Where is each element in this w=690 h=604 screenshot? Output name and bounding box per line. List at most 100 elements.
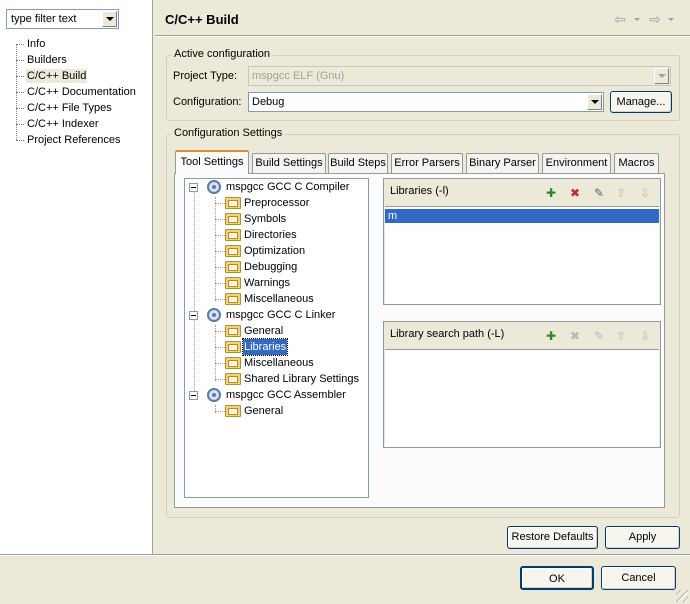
edit-icon[interactable]: ✎	[591, 328, 607, 344]
tab-macros[interactable]: Macros	[614, 153, 659, 173]
nav-item-cpp-build[interactable]: C/C++ Build	[26, 69, 88, 83]
tree-option-label[interactable]: Directories	[243, 227, 298, 243]
configuration-combo[interactable]: Debug	[248, 92, 604, 112]
resize-grip-icon[interactable]	[676, 590, 688, 602]
libraries-list[interactable]: m	[385, 206, 659, 304]
move-down-icon[interactable]: ⇩	[637, 328, 653, 344]
collapse-icon[interactable]	[189, 391, 198, 400]
option-category-icon	[225, 229, 241, 241]
tree-option-label[interactable]: Shared Library Settings	[243, 371, 360, 387]
tree-option-label[interactable]: General	[243, 323, 284, 339]
tree-option-row[interactable]: Symbols	[185, 211, 368, 227]
tree-option-row[interactable]: Shared Library Settings	[185, 371, 368, 387]
tree-option-row[interactable]: Miscellaneous	[185, 291, 368, 307]
nav-item-cpp-documentation[interactable]: C/C++ Documentation	[26, 85, 137, 99]
tree-option-label[interactable]: Miscellaneous	[243, 291, 315, 307]
tree-tool-assembler[interactable]: mspgcc GCC Assembler	[185, 387, 368, 403]
restore-defaults-button[interactable]: Restore Defaults	[507, 526, 598, 549]
tab-build-settings[interactable]: Build Settings	[252, 153, 326, 173]
tree-tool-label[interactable]: mspgcc GCC C Linker	[225, 307, 336, 323]
navigation-pane: type filter text Info Builders C/C++ Bui…	[0, 0, 153, 554]
add-icon[interactable]: ✚	[543, 185, 559, 201]
tree-option-label[interactable]: Optimization	[243, 243, 306, 259]
tab-build-steps[interactable]: Build Steps	[328, 153, 388, 173]
tree-tool-linker[interactable]: mspgcc GCC C Linker	[185, 307, 368, 323]
delete-icon[interactable]: ✖	[567, 328, 583, 344]
tool-settings-tree[interactable]: mspgcc GCC C Compiler Preprocessor Symbo…	[184, 178, 369, 498]
tab-environment[interactable]: Environment	[542, 153, 611, 173]
collapse-icon[interactable]	[189, 183, 198, 192]
tab-binary-parser[interactable]: Binary Parser	[466, 153, 539, 173]
cancel-button[interactable]: Cancel	[601, 566, 676, 590]
option-category-icon	[225, 277, 241, 289]
tree-connector	[215, 347, 225, 348]
add-icon[interactable]: ✚	[543, 328, 559, 344]
nav-item-project-references[interactable]: Project References	[26, 133, 122, 147]
delete-icon[interactable]: ✖	[567, 185, 583, 201]
filter-dropdown-button[interactable]	[102, 11, 117, 27]
forward-arrow-icon[interactable]: ⇨	[648, 12, 662, 26]
tree-option-row[interactable]: Debugging	[185, 259, 368, 275]
manage-button[interactable]: Manage...	[610, 91, 672, 113]
header-separator	[155, 35, 690, 37]
tree-tool-label[interactable]: mspgcc GCC Assembler	[225, 387, 347, 403]
tree-option-label[interactable]: Debugging	[243, 259, 298, 275]
tree-option-row[interactable]: Warnings	[185, 275, 368, 291]
tree-option-label[interactable]: Preprocessor	[243, 195, 310, 211]
tree-option-row[interactable]: Preprocessor	[185, 195, 368, 211]
move-up-icon[interactable]: ⇧	[613, 328, 629, 344]
filter-text[interactable]: type filter text	[11, 13, 76, 25]
ok-button[interactable]: OK	[520, 566, 594, 590]
tree-option-row[interactable]: Directories	[185, 227, 368, 243]
tool-gear-icon	[207, 388, 221, 402]
tree-tool-compiler[interactable]: mspgcc GCC C Compiler	[185, 179, 368, 195]
tree-connector	[16, 92, 24, 93]
nav-item-cpp-file-types[interactable]: C/C++ File Types	[26, 101, 113, 115]
forward-dropdown-icon[interactable]	[667, 12, 675, 26]
bottom-separator	[0, 554, 690, 556]
nav-item-info[interactable]: Info	[26, 37, 46, 51]
tab-error-parsers[interactable]: Error Parsers	[391, 153, 463, 173]
edit-icon[interactable]: ✎	[591, 185, 607, 201]
back-dropdown-icon[interactable]	[633, 12, 641, 26]
tree-option-row[interactable]: Optimization	[185, 243, 368, 259]
nav-item-cpp-indexer[interactable]: C/C++ Indexer	[26, 117, 100, 131]
project-type-label: Project Type:	[173, 70, 237, 82]
tree-option-row[interactable]: General	[185, 323, 368, 339]
collapse-icon[interactable]	[189, 311, 198, 320]
project-type-combo: mspgcc ELF (Gnu)	[248, 66, 671, 86]
back-arrow-icon[interactable]: ⇦	[613, 12, 627, 26]
configuration-dropdown-button[interactable]	[587, 94, 602, 110]
tree-connector	[215, 219, 225, 220]
tree-connector	[215, 363, 225, 364]
tree-option-label[interactable]: Symbols	[243, 211, 287, 227]
tree-connector	[215, 283, 225, 284]
configuration-value[interactable]: Debug	[252, 96, 284, 108]
apply-button[interactable]: Apply	[605, 526, 680, 549]
tree-tool-label[interactable]: mspgcc GCC C Compiler	[225, 179, 350, 195]
library-search-path-title: Library search path (-L)	[390, 328, 505, 340]
move-up-icon[interactable]: ⇧	[613, 185, 629, 201]
tab-tool-settings[interactable]: Tool Settings	[175, 150, 249, 174]
tool-gear-icon	[207, 180, 221, 194]
page-title: C/C++ Build	[165, 12, 239, 27]
tree-connector	[16, 76, 24, 77]
library-search-path-list[interactable]	[385, 349, 659, 447]
tree-option-row[interactable]: General	[185, 403, 368, 419]
nav-item-builders[interactable]: Builders	[26, 53, 68, 67]
tree-connector	[16, 124, 24, 125]
tree-option-row-selected[interactable]: Libraries	[185, 338, 368, 356]
filter-combo[interactable]: type filter text	[6, 9, 119, 29]
tree-option-row[interactable]: Miscellaneous	[185, 355, 368, 371]
tree-connector	[215, 267, 225, 268]
tree-option-label[interactable]: Libraries	[241, 338, 289, 356]
tree-option-label[interactable]: Miscellaneous	[243, 355, 315, 371]
tree-option-label[interactable]: Warnings	[243, 275, 291, 291]
move-down-icon[interactable]: ⇩	[637, 185, 653, 201]
list-item[interactable]: m	[385, 209, 659, 223]
libraries-title: Libraries (-l)	[390, 185, 449, 197]
configuration-label: Configuration:	[173, 96, 242, 108]
libraries-panel: Libraries (-l) ✚ ✖ ✎ ⇧ ⇩ m	[383, 178, 661, 305]
tree-option-label[interactable]: General	[243, 403, 284, 419]
option-category-icon	[225, 245, 241, 257]
